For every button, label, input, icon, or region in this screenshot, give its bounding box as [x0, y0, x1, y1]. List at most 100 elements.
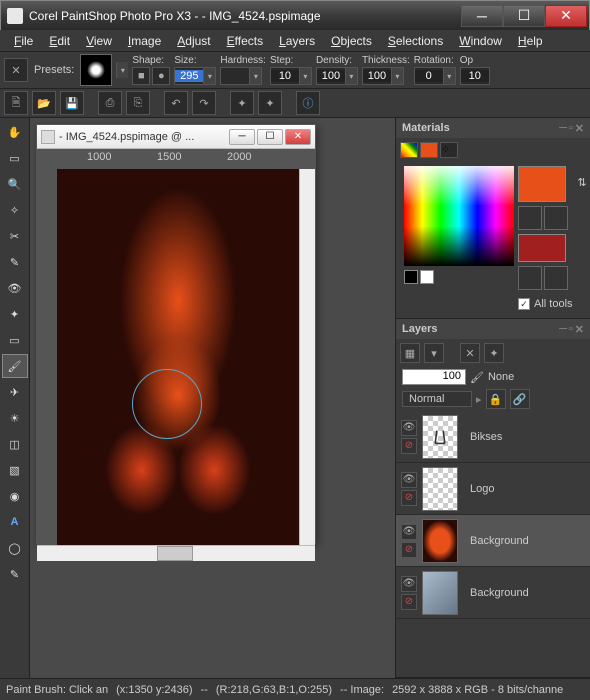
layer-thumbnail[interactable] — [422, 415, 458, 459]
scrollbar-thumb[interactable] — [157, 546, 193, 561]
layer-disable-icon[interactable]: ⊘ — [401, 542, 417, 558]
menu-selections[interactable]: Selections — [380, 32, 451, 50]
layer-name[interactable]: Background — [462, 535, 586, 547]
black-swatch[interactable] — [404, 270, 418, 284]
pointer-tool[interactable]: ▭ — [2, 146, 28, 170]
opacity-input[interactable]: 10 — [460, 67, 490, 85]
document-titlebar[interactable]: - IMG_4524.pspimage @ ... ─ ☐ ✕ — [37, 125, 315, 149]
blend-arrow-icon[interactable]: ▸ — [476, 393, 482, 406]
pan-tool[interactable]: ✋ — [2, 120, 28, 144]
vector-tool[interactable]: ✎ — [2, 562, 28, 586]
layer-name[interactable]: Bikses — [462, 431, 586, 443]
text-tool[interactable]: A — [2, 510, 28, 534]
canvas[interactable] — [57, 169, 299, 545]
menu-image[interactable]: Image — [120, 32, 169, 50]
swap-colors-icon[interactable]: ⇅ — [577, 176, 586, 189]
size-input[interactable]: 295▾ — [174, 67, 216, 85]
eraser-tool[interactable]: ◫ — [2, 432, 28, 456]
shape-square-button[interactable]: ■ — [132, 67, 150, 85]
dropper-tool[interactable]: ✎ — [2, 250, 28, 274]
undo-button[interactable]: ↶ — [164, 91, 188, 115]
layer-row[interactable]: 👁 ⊘ Bikses — [396, 411, 590, 463]
scanner-button[interactable]: ⎘ — [126, 91, 150, 115]
horizontal-scrollbar[interactable] — [37, 545, 315, 561]
save-file-button[interactable]: 💾 — [60, 91, 84, 115]
menu-layers[interactable]: Layers — [271, 32, 323, 50]
layer-dropdown-button[interactable]: ▾ — [424, 343, 444, 363]
menu-adjust[interactable]: Adjust — [169, 32, 218, 50]
document-window[interactable]: - IMG_4524.pspimage @ ... ─ ☐ ✕ 1000 150… — [36, 124, 316, 544]
action1-button[interactable]: ✦ — [230, 91, 254, 115]
menu-edit[interactable]: Edit — [41, 32, 78, 50]
layer-disable-icon[interactable]: ⊘ — [401, 438, 417, 454]
vertical-scrollbar[interactable] — [299, 169, 315, 545]
step-input[interactable]: 10▾ — [270, 67, 312, 85]
new-layer-button[interactable]: ▦ — [400, 343, 420, 363]
material-style-2[interactable] — [544, 206, 568, 230]
layer-disable-icon[interactable]: ⊘ — [401, 594, 417, 610]
menu-view[interactable]: View — [78, 32, 120, 50]
minimize-button[interactable]: ─ — [461, 5, 503, 27]
color-picker[interactable] — [404, 166, 514, 266]
doc-minimize-button[interactable]: ─ — [229, 129, 255, 145]
menu-file[interactable]: File — [6, 32, 41, 50]
layer-disable-icon[interactable]: ⊘ — [401, 490, 417, 506]
lock-layer-button[interactable]: 🔒 — [486, 389, 506, 409]
blend-mode-select[interactable]: Normal — [402, 391, 472, 407]
brush-preview[interactable] — [80, 54, 112, 86]
foreground-swatch[interactable] — [518, 166, 566, 202]
new-file-button[interactable]: 🗎 — [4, 91, 28, 115]
crop-tool[interactable]: ✂ — [2, 224, 28, 248]
airbrush-tool[interactable]: ✈ — [2, 380, 28, 404]
layer-name[interactable]: Background — [462, 587, 586, 599]
visibility-toggle[interactable]: 👁 — [401, 576, 417, 592]
menu-window[interactable]: Window — [451, 32, 510, 50]
rotation-input[interactable]: 0▾ — [414, 67, 456, 85]
layer-row[interactable]: 👁 ⊘ Background — [396, 567, 590, 619]
visibility-toggle[interactable]: 👁 — [401, 524, 417, 540]
delete-layer-button[interactable]: ✕ — [460, 343, 480, 363]
layer-opacity-input[interactable]: 100 — [402, 369, 466, 385]
redeye-tool[interactable]: 👁 — [2, 276, 28, 300]
fill-tool[interactable]: ▧ — [2, 458, 28, 482]
redo-button[interactable]: ↷ — [192, 91, 216, 115]
visibility-toggle[interactable]: 👁 — [401, 472, 417, 488]
tool-clear-icon[interactable]: ✕ — [4, 58, 28, 82]
layer-thumbnail[interactable] — [422, 467, 458, 511]
layer-thumbnail[interactable] — [422, 571, 458, 615]
material-style-3[interactable] — [518, 266, 542, 290]
hardness-input[interactable]: ▾ — [220, 67, 262, 85]
density-input[interactable]: 100▾ — [316, 67, 358, 85]
layer-thumbnail[interactable] — [422, 519, 458, 563]
shape-tool[interactable]: ◯ — [2, 536, 28, 560]
clone-tool[interactable]: ✦ — [2, 302, 28, 326]
layer-row[interactable]: 👁⊘ Logo — [396, 463, 590, 515]
preset-dropdown-button[interactable]: ▾ — [116, 62, 128, 78]
panel-minimize-icon[interactable]: ─ — [559, 323, 567, 336]
material-style-1[interactable] — [518, 206, 542, 230]
info-button[interactable]: ⓘ — [296, 91, 320, 115]
layer-effects-button[interactable]: ✦ — [484, 343, 504, 363]
panel-menu-icon[interactable]: ▫ — [569, 122, 573, 135]
panel-menu-icon[interactable]: ▫ — [569, 323, 573, 336]
material-style-4[interactable] — [544, 266, 568, 290]
menu-objects[interactable]: Objects — [323, 32, 380, 50]
menu-help[interactable]: Help — [510, 32, 551, 50]
brush-mode-icon[interactable]: 🖌 — [470, 371, 484, 384]
visibility-toggle[interactable]: 👁 — [401, 420, 417, 436]
layer-row[interactable]: 👁 ⊘ Background — [396, 515, 590, 567]
picture-tube-tool[interactable]: ◉ — [2, 484, 28, 508]
panel-minimize-icon[interactable]: ─ — [559, 122, 567, 135]
action2-button[interactable]: ✦ — [258, 91, 282, 115]
all-tools-checkbox[interactable]: ✓ — [518, 298, 530, 310]
panel-close-icon[interactable]: ✕ — [575, 323, 584, 336]
menu-effects[interactable]: Effects — [219, 32, 271, 50]
zoom-tool[interactable]: 🔍 — [2, 172, 28, 196]
panel-close-icon[interactable]: ✕ — [575, 122, 584, 135]
maximize-button[interactable]: ☐ — [503, 5, 545, 27]
doc-close-button[interactable]: ✕ — [285, 129, 311, 145]
doc-maximize-button[interactable]: ☐ — [257, 129, 283, 145]
thickness-input[interactable]: 100▾ — [362, 67, 404, 85]
paint-brush-tool[interactable]: 🖌 — [2, 354, 28, 378]
color-tab-rainbow[interactable] — [400, 142, 418, 158]
